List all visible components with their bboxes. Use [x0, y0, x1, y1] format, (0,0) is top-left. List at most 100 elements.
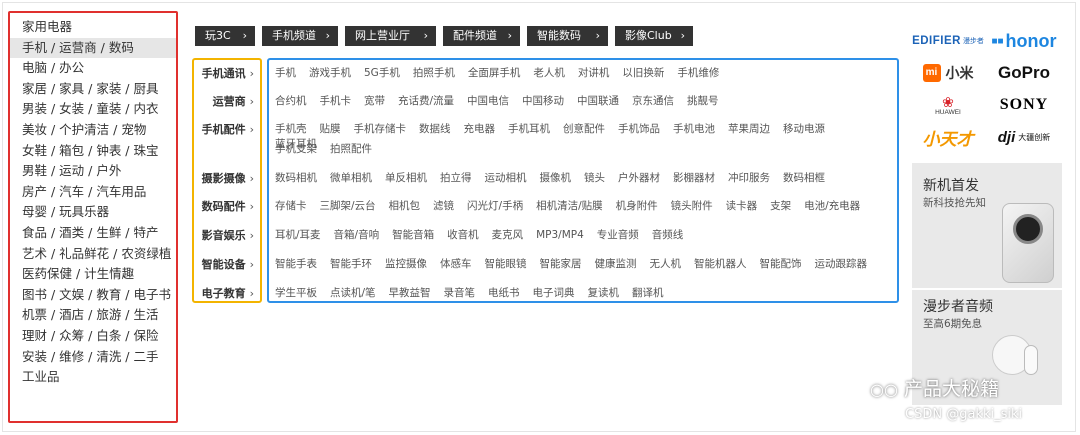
brand-huawei[interactable]: ❀ HUAWEI: [912, 90, 984, 120]
subcategory-link[interactable]: 摄像机: [540, 170, 572, 185]
subcategory-link[interactable]: 监控摄像: [385, 256, 427, 271]
sidebar-category-item[interactable]: 母婴 / 玩具乐器: [10, 202, 176, 223]
subcategory-link[interactable]: 健康监测: [595, 256, 637, 271]
sidebar-category-item[interactable]: 电脑 / 办公: [10, 58, 176, 79]
channel-tab[interactable]: 网上营业厅 ›: [345, 26, 436, 46]
promo-new-phone[interactable]: 新机首发 新科技抢先知: [912, 163, 1062, 288]
subcategory-label[interactable]: 运营商 ›: [213, 93, 254, 109]
subcategory-label[interactable]: 手机通讯 ›: [202, 65, 254, 81]
subcategory-link[interactable]: 拍照配件: [330, 141, 372, 156]
subcategory-link[interactable]: 中国联通: [577, 93, 619, 108]
subcategory-link[interactable]: 中国移动: [522, 93, 564, 108]
subcategory-link[interactable]: 手机支架: [275, 141, 317, 156]
sidebar-category-item[interactable]: 安装 / 维修 / 清洗 / 二手: [10, 347, 176, 368]
subcategory-link[interactable]: 智能眼镜: [485, 256, 527, 271]
sidebar-category-item[interactable]: 美妆 / 个护清洁 / 宠物: [10, 120, 176, 141]
subcategory-link[interactable]: 点读机/笔: [330, 285, 376, 300]
subcategory-link[interactable]: 手机电池: [673, 121, 715, 136]
subcategory-link[interactable]: 智能配饰: [760, 256, 802, 271]
subcategory-link[interactable]: 数据线: [419, 121, 451, 136]
brand-xtc[interactable]: 小天才: [912, 122, 984, 152]
subcategory-link[interactable]: 数码相机: [275, 170, 317, 185]
subcategory-label[interactable]: 电子教育 ›: [202, 285, 254, 301]
subcategory-link[interactable]: 读卡器: [726, 198, 758, 213]
subcategory-link[interactable]: 学生平板: [275, 285, 317, 300]
subcategory-link[interactable]: 无人机: [650, 256, 682, 271]
subcategory-link[interactable]: 麦克风: [492, 227, 524, 242]
subcategory-link[interactable]: 京东通信: [632, 93, 674, 108]
sidebar-category-item[interactable]: 机票 / 酒店 / 旅游 / 生活: [10, 305, 176, 326]
subcategory-link[interactable]: 耳机/耳麦: [275, 227, 321, 242]
subcategory-label[interactable]: 智能设备 ›: [202, 256, 254, 272]
subcategory-link[interactable]: 手机卡: [320, 93, 352, 108]
sidebar-category-item[interactable]: 房产 / 汽车 / 汽车用品: [10, 182, 176, 203]
subcategory-label[interactable]: 摄影摄像 ›: [202, 170, 254, 186]
subcategory-link[interactable]: 拍照手机: [413, 65, 455, 80]
subcategory-link[interactable]: 手机饰品: [618, 121, 660, 136]
subcategory-link[interactable]: 三脚架/云台: [320, 198, 376, 213]
subcategory-link[interactable]: 游戏手机: [309, 65, 351, 80]
subcategory-link[interactable]: 镜头附件: [671, 198, 713, 213]
subcategory-link[interactable]: 挑靓号: [687, 93, 719, 108]
subcategory-link[interactable]: 智能家居: [540, 256, 582, 271]
sidebar-category-item[interactable]: 女鞋 / 箱包 / 钟表 / 珠宝: [10, 141, 176, 162]
subcategory-link[interactable]: 宽带: [364, 93, 385, 108]
subcategory-link[interactable]: 数码相框: [783, 170, 825, 185]
subcategory-link[interactable]: 微单相机: [330, 170, 372, 185]
subcategory-link[interactable]: 智能手环: [330, 256, 372, 271]
sidebar-category-item[interactable]: 医药保健 / 计生情趣: [10, 264, 176, 285]
sidebar-category-item[interactable]: 家居 / 家具 / 家装 / 厨具: [10, 79, 176, 100]
subcategory-link[interactable]: 苹果周边: [728, 121, 770, 136]
brand-gopro[interactable]: GoPro: [988, 58, 1060, 88]
brand-dji[interactable]: dji 大疆创新: [988, 122, 1060, 152]
subcategory-link[interactable]: 手机: [275, 65, 296, 80]
brand-sony[interactable]: SONY: [988, 90, 1060, 120]
subcategory-link[interactable]: 滤镜: [433, 198, 454, 213]
subcategory-link[interactable]: 贴膜: [320, 121, 341, 136]
subcategory-link[interactable]: 手机维修: [677, 65, 719, 80]
subcategory-link[interactable]: 支架: [770, 198, 791, 213]
subcategory-link[interactable]: 闪光灯/手柄: [467, 198, 523, 213]
subcategory-label[interactable]: 数码配件 ›: [202, 198, 254, 214]
subcategory-link[interactable]: 拍立得: [440, 170, 472, 185]
subcategory-link[interactable]: 电纸书: [488, 285, 520, 300]
subcategory-link[interactable]: 专业音频: [597, 227, 639, 242]
channel-tab[interactable]: 智能数码 ›: [527, 26, 608, 46]
subcategory-link[interactable]: 体感车: [440, 256, 472, 271]
subcategory-link[interactable]: 5G手机: [364, 65, 400, 80]
subcategory-link[interactable]: 录音笔: [444, 285, 476, 300]
subcategory-label[interactable]: 影音娱乐 ›: [202, 227, 254, 243]
brand-xiaomi[interactable]: mi 小米: [912, 58, 984, 88]
sidebar-category-item[interactable]: 工业品: [10, 367, 176, 388]
subcategory-link[interactable]: 运动相机: [485, 170, 527, 185]
brand-honor[interactable]: ■■ honor: [988, 26, 1060, 56]
subcategory-link[interactable]: 机身附件: [616, 198, 658, 213]
channel-tab[interactable]: 玩3C ›: [195, 26, 255, 46]
subcategory-link[interactable]: 电池/充电器: [804, 198, 860, 213]
subcategory-link[interactable]: 中国电信: [467, 93, 509, 108]
subcategory-link[interactable]: 智能音箱: [392, 227, 434, 242]
subcategory-link[interactable]: 音频线: [652, 227, 684, 242]
subcategory-link[interactable]: 复读机: [588, 285, 620, 300]
subcategory-link[interactable]: 老人机: [533, 65, 565, 80]
channel-tab[interactable]: 影像Club ›: [615, 26, 693, 46]
subcategory-link[interactable]: 冲印服务: [728, 170, 770, 185]
sidebar-category-item[interactable]: 男装 / 女装 / 童装 / 内衣: [10, 99, 176, 120]
subcategory-link[interactable]: 影棚器材: [673, 170, 715, 185]
subcategory-link[interactable]: 音箱/音响: [334, 227, 380, 242]
subcategory-link[interactable]: 户外器材: [618, 170, 660, 185]
subcategory-link[interactable]: 全面屏手机: [468, 65, 521, 80]
subcategory-link[interactable]: 翻译机: [632, 285, 664, 300]
brand-edifier[interactable]: EDIFIER 漫步者: [912, 26, 984, 56]
sidebar-category-item[interactable]: 手机 / 运营商 / 数码: [10, 37, 176, 59]
subcategory-link[interactable]: 以旧换新: [622, 65, 664, 80]
subcategory-link[interactable]: 合约机: [275, 93, 307, 108]
subcategory-link[interactable]: 手机耳机: [508, 121, 550, 136]
subcategory-link[interactable]: 对讲机: [578, 65, 610, 80]
subcategory-link[interactable]: 运动跟踪器: [815, 256, 868, 271]
subcategory-link[interactable]: 创意配件: [563, 121, 605, 136]
subcategory-link[interactable]: 充电器: [464, 121, 496, 136]
subcategory-link[interactable]: 存储卡: [275, 198, 307, 213]
subcategory-link[interactable]: 早教益智: [389, 285, 431, 300]
sidebar-category-item[interactable]: 男鞋 / 运动 / 户外: [10, 161, 176, 182]
